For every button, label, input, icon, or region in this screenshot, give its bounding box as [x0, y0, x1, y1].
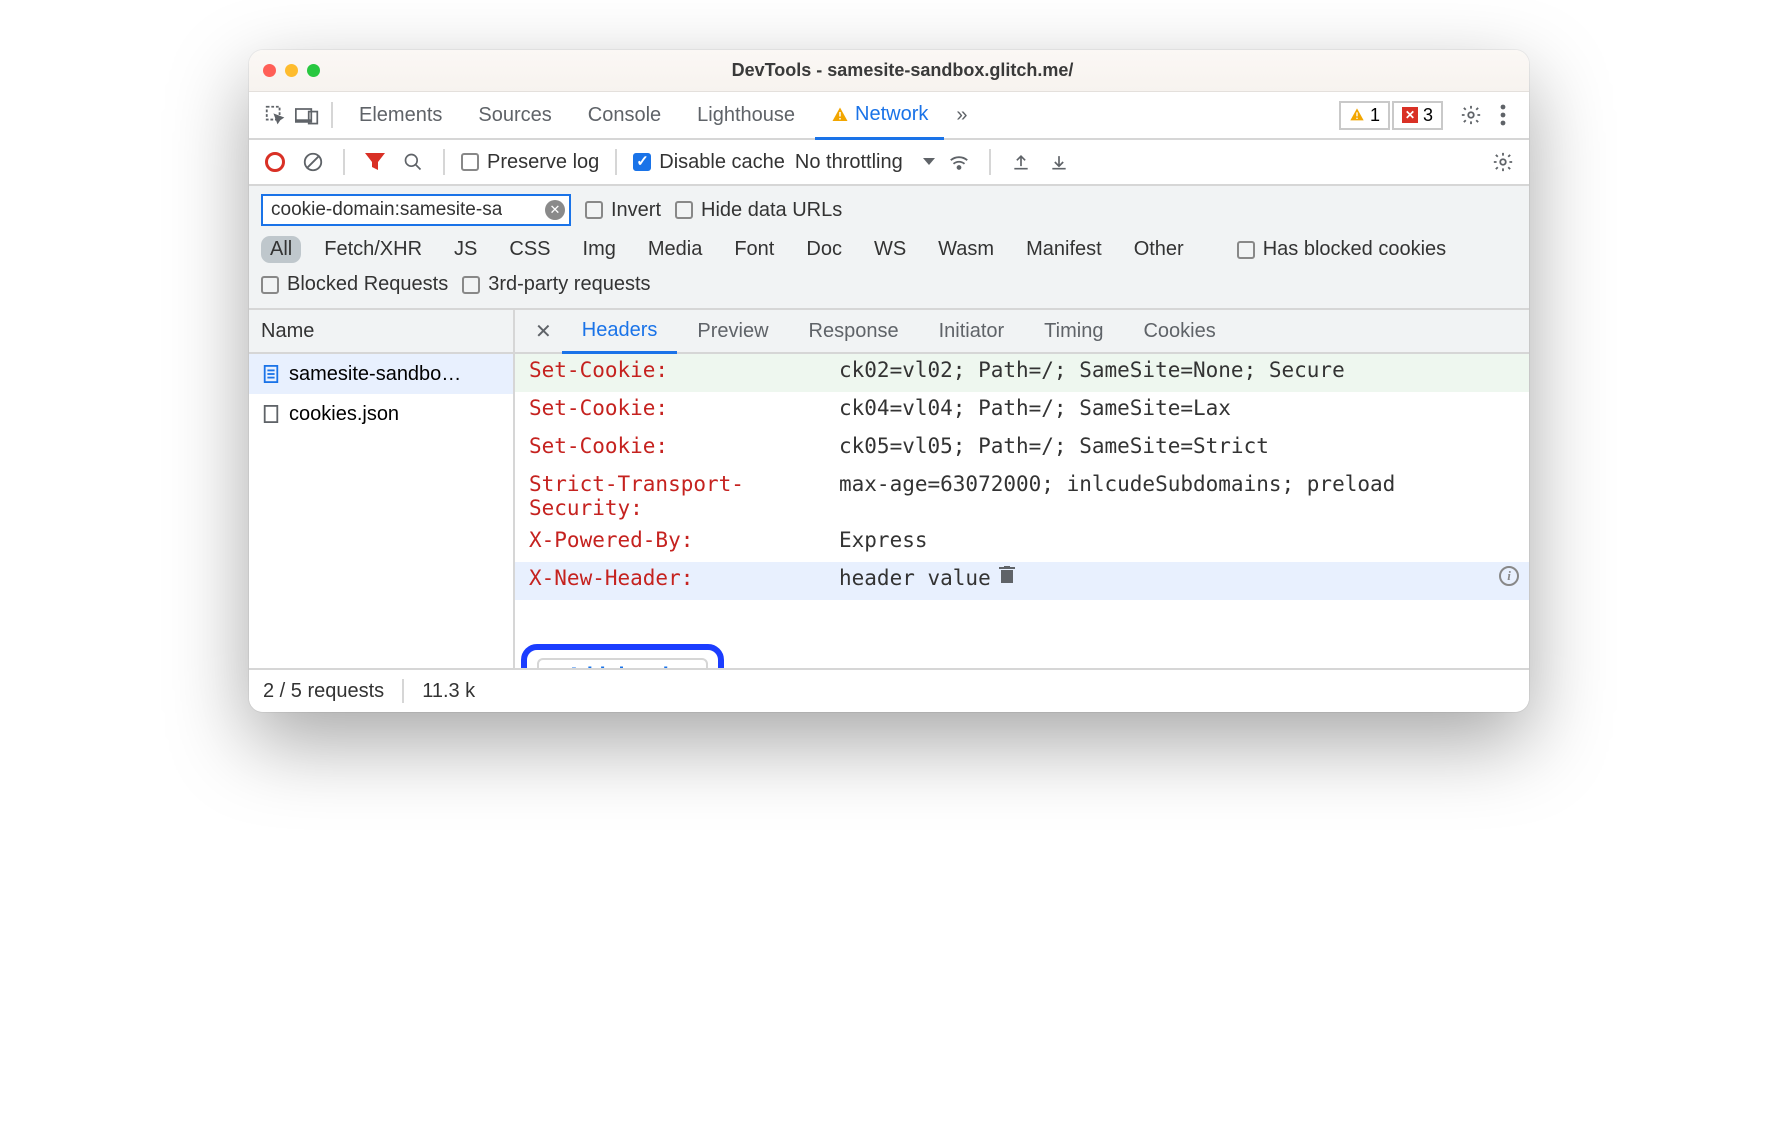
search-icon[interactable]	[399, 148, 427, 176]
hide-data-urls-checkbox[interactable]: Hide data URLs	[675, 199, 842, 222]
request-row[interactable]: cookies.json	[249, 394, 513, 434]
filterbar: cookie-domain:samesite-sa ✕ Invert Hide …	[249, 186, 1529, 310]
warning-icon	[1349, 107, 1365, 123]
add-header-button[interactable]: +Add header	[537, 658, 708, 668]
header-row[interactable]: Set-Cookie: ck05=vl05; Path=/; SameSite=…	[515, 430, 1529, 468]
network-toolbar: Preserve log Disable cache No throttling	[249, 140, 1529, 186]
headers-body: Set-Cookie: ck02=vl02; Path=/; SameSite=…	[515, 354, 1529, 668]
detail-tabs: ✕ Headers Preview Response Initiator Tim…	[515, 310, 1529, 354]
header-row[interactable]: Strict-Transport-Security: max-age=63072…	[515, 468, 1529, 524]
header-row[interactable]: X-New-Header: header value i	[515, 562, 1529, 600]
separator	[615, 149, 617, 175]
filter-type-css[interactable]: CSS	[500, 236, 559, 263]
document-icon	[263, 365, 279, 383]
tab-console[interactable]: Console	[572, 91, 677, 139]
delete-header-icon[interactable]	[999, 566, 1015, 584]
info-icon[interactable]: i	[1499, 566, 1519, 586]
tabs-overflow[interactable]: »	[948, 91, 975, 139]
preserve-log-checkbox[interactable]: Preserve log	[461, 151, 599, 174]
filter-type-doc[interactable]: Doc	[797, 236, 851, 263]
detail-tab-initiator[interactable]: Initiator	[919, 310, 1025, 353]
statusbar: 2 / 5 requests 11.3 k	[249, 670, 1529, 712]
warning-icon	[831, 106, 849, 124]
clear-icon[interactable]	[299, 148, 327, 176]
devtools-window: DevTools - samesite-sandbox.glitch.me/ E…	[249, 50, 1529, 712]
filter-type-ws[interactable]: WS	[865, 236, 915, 263]
request-count: 2 / 5 requests	[263, 680, 384, 703]
separator	[402, 679, 404, 703]
filter-type-manifest[interactable]: Manifest	[1017, 236, 1111, 263]
upload-har-icon[interactable]	[1007, 148, 1035, 176]
record-button[interactable]	[261, 148, 289, 176]
column-header-name[interactable]: Name	[249, 310, 513, 354]
header-row[interactable]: X-Powered-By: Express	[515, 524, 1529, 562]
close-detail-icon[interactable]: ✕	[525, 319, 562, 344]
third-party-checkbox[interactable]: 3rd-party requests	[462, 273, 650, 296]
chevron-down-icon	[923, 158, 935, 166]
error-icon: ✕	[1402, 107, 1418, 123]
window-close-button[interactable]	[263, 64, 276, 77]
detail-tab-cookies[interactable]: Cookies	[1123, 310, 1235, 353]
content-area: Name samesite-sandbo… cookies.json ✕ Hea…	[249, 310, 1529, 670]
request-row[interactable]: samesite-sandbo…	[249, 354, 513, 394]
inspect-icon[interactable]	[261, 101, 289, 129]
settings-icon[interactable]	[1457, 101, 1485, 129]
network-conditions-icon[interactable]	[945, 148, 973, 176]
tab-elements[interactable]: Elements	[343, 91, 458, 139]
detail-tab-response[interactable]: Response	[789, 310, 919, 353]
titlebar: DevTools - samesite-sandbox.glitch.me/	[249, 50, 1529, 92]
disable-cache-checkbox[interactable]: Disable cache	[633, 151, 785, 174]
add-header-callout: +Add header	[521, 644, 724, 668]
errors-badge[interactable]: ✕ 3	[1392, 101, 1443, 130]
blocked-cookies-checkbox[interactable]: Has blocked cookies	[1237, 238, 1446, 261]
tab-network[interactable]: Network	[815, 92, 944, 140]
network-settings-icon[interactable]	[1489, 148, 1517, 176]
filter-type-wasm[interactable]: Wasm	[929, 236, 1003, 263]
kebab-icon[interactable]	[1489, 101, 1517, 129]
window-maximize-button[interactable]	[307, 64, 320, 77]
invert-checkbox[interactable]: Invert	[585, 199, 661, 222]
filter-icon[interactable]	[361, 148, 389, 176]
header-row[interactable]: Set-Cookie: ck02=vl02; Path=/; SameSite=…	[515, 354, 1529, 392]
detail-pane: ✕ Headers Preview Response Initiator Tim…	[515, 310, 1529, 668]
download-har-icon[interactable]	[1045, 148, 1073, 176]
filter-type-media[interactable]: Media	[639, 236, 711, 263]
separator	[989, 149, 991, 175]
device-toolbar-icon[interactable]	[293, 101, 321, 129]
blocked-requests-checkbox[interactable]: Blocked Requests	[261, 273, 448, 296]
window-title: DevTools - samesite-sandbox.glitch.me/	[340, 60, 1465, 81]
filter-type-img[interactable]: Img	[574, 236, 625, 263]
throttling-select[interactable]: No throttling	[795, 151, 935, 174]
filter-type-all[interactable]: All	[261, 236, 301, 263]
header-row[interactable]: Set-Cookie: ck04=vl04; Path=/; SameSite=…	[515, 392, 1529, 430]
plus-icon: +	[551, 664, 564, 668]
main-tabbar: Elements Sources Console Lighthouse Netw…	[249, 92, 1529, 140]
warnings-badge[interactable]: 1	[1339, 101, 1390, 130]
detail-tab-timing[interactable]: Timing	[1024, 310, 1123, 353]
transfer-size: 11.3 k	[422, 680, 475, 703]
window-minimize-button[interactable]	[285, 64, 298, 77]
separator	[331, 102, 333, 128]
filter-type-other[interactable]: Other	[1125, 236, 1193, 263]
clear-filter-icon[interactable]: ✕	[545, 200, 565, 220]
tab-lighthouse[interactable]: Lighthouse	[681, 91, 811, 139]
separator	[343, 149, 345, 175]
filter-input[interactable]: cookie-domain:samesite-sa ✕	[261, 194, 571, 226]
detail-tab-preview[interactable]: Preview	[677, 310, 788, 353]
request-list: Name samesite-sandbo… cookies.json	[249, 310, 515, 668]
traffic-lights	[263, 64, 320, 77]
file-icon	[263, 405, 279, 423]
filter-type-font[interactable]: Font	[725, 236, 783, 263]
detail-tab-headers[interactable]: Headers	[562, 310, 678, 354]
separator	[443, 149, 445, 175]
tab-sources[interactable]: Sources	[462, 91, 567, 139]
filter-type-js[interactable]: JS	[445, 236, 486, 263]
filter-type-fetchxhr[interactable]: Fetch/XHR	[315, 236, 431, 263]
